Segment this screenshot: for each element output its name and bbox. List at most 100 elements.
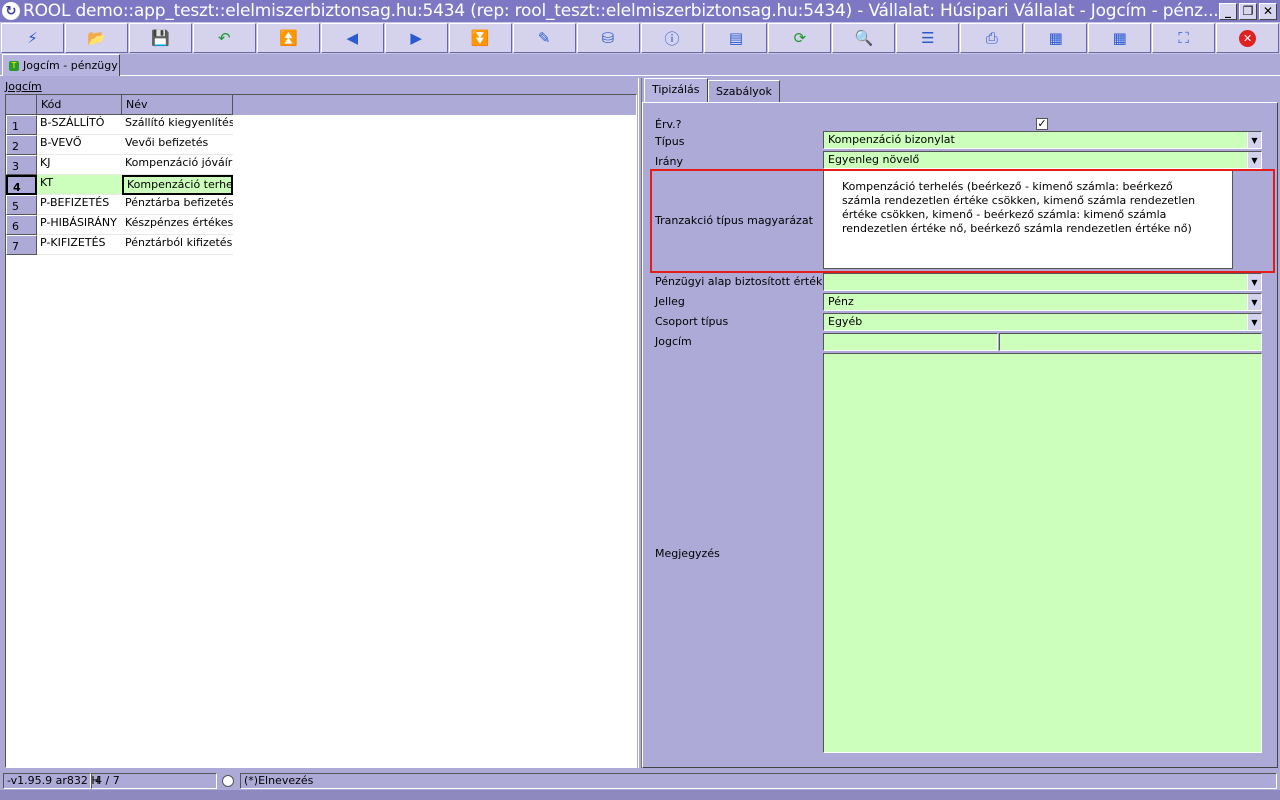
grid-icon: ▦ — [1112, 29, 1127, 47]
cell-nev[interactable]: Kompenzáció jóváírás — [122, 155, 233, 175]
megjegyzes-textarea[interactable] — [823, 353, 1262, 753]
restore-button[interactable]: ❐ — [1239, 2, 1257, 20]
undo-button[interactable]: ↶ — [192, 23, 256, 53]
refresh-button[interactable]: ⟳ — [768, 23, 832, 53]
cell-kod[interactable]: B-SZÁLLÍTÓ — [37, 115, 122, 135]
layout-icon: ▤ — [728, 29, 744, 47]
columns-button[interactable]: ☰ — [896, 23, 960, 53]
jelleg-value: Pénz — [828, 295, 854, 308]
cell-nev[interactable]: Pénztárból kifizetés — [122, 235, 233, 255]
run-button[interactable]: ⚡ — [1, 23, 64, 53]
cell-nev[interactable]: Készpénzes értékesíté — [122, 215, 233, 235]
cell-kod[interactable]: P-KIFIZETÉS — [37, 235, 122, 255]
status-bar: -v1.95.9 ar832 H 4 / 7 (*)Elnevezés — [0, 772, 1280, 790]
database-button[interactable]: ⛁ — [576, 23, 640, 53]
fullscreen-button[interactable]: ⛶ — [1152, 23, 1216, 53]
cell-kod[interactable]: KJ — [37, 155, 122, 175]
toolbar: ⚡ 📂 💾 ↶ ⏫ ◀ ▶ ⏬ ✎ ⛁ ⓘ ▤ ⟳ 🔍 ☰ ⎙ ▦ ▦ ⛶ ✕ — [0, 22, 1280, 54]
version-label: -v1.95.9 ar832 H — [3, 773, 100, 789]
grid-button[interactable]: ▦ — [1088, 23, 1152, 53]
tab-jogcim-penzugy[interactable]: T Jogcím - pénzügy — [2, 54, 120, 76]
record-position: 4 / 7 — [91, 773, 217, 789]
minimize-button[interactable]: _ — [1219, 2, 1237, 20]
jogcim-label: Jogcím — [655, 335, 692, 348]
current-field: (*)Elnevezés — [240, 773, 1277, 789]
window-title: ROOL demo::app_teszt::elelmiszerbiztonsa… — [23, 1, 1219, 21]
highlight-box — [650, 169, 1275, 273]
cell-nev[interactable]: Szállító kiegyenlítése — [122, 115, 233, 135]
tab-label: Jogcím - pénzügy — [23, 59, 118, 72]
cell-nev[interactable]: Kompenzáció terhelés — [122, 175, 233, 195]
jelleg-label: Jelleg — [655, 295, 685, 308]
next-icon: ▶ — [410, 29, 422, 47]
chevron-down-icon[interactable]: ▼ — [1247, 294, 1261, 310]
tab-tipizalas[interactable]: Tipizálás — [644, 78, 708, 102]
chevron-down-icon[interactable]: ▼ — [1247, 132, 1261, 148]
column-header-nev[interactable]: Név — [122, 95, 233, 115]
chevron-down-icon[interactable]: ▼ — [1247, 314, 1261, 330]
cell-kod[interactable]: P-HIBÁSIRÁNY — [37, 215, 122, 235]
next-button[interactable]: ▶ — [384, 23, 448, 53]
open-icon: 📂 — [87, 29, 106, 47]
chevron-down-icon[interactable]: ▼ — [1247, 152, 1261, 168]
prev-button[interactable]: ◀ — [320, 23, 384, 53]
print-button[interactable]: ⎙ — [960, 23, 1024, 53]
title-bar: ↻ ROOL demo::app_teszt::elelmiszerbizton… — [0, 0, 1280, 22]
erv-label: Érv.? — [655, 118, 682, 131]
last-button[interactable]: ⏬ — [448, 23, 512, 53]
jelleg-select[interactable]: Pénz ▼ — [823, 293, 1262, 311]
form-icon: T — [9, 60, 19, 71]
row-number[interactable]: 6 — [6, 215, 37, 235]
grid-corner — [6, 95, 37, 115]
status-radio[interactable] — [222, 775, 234, 787]
row-number[interactable]: 4 — [6, 175, 37, 195]
row-number[interactable]: 5 — [6, 195, 37, 215]
jogcim-code-input[interactable] — [823, 333, 998, 351]
save-button[interactable]: 💾 — [128, 23, 192, 53]
chevron-down-icon[interactable]: ▼ — [1247, 274, 1261, 290]
form-area: Érv.? ✓ Típus Kompenzáció bizonylat ▼ Ir… — [642, 102, 1278, 768]
info-button[interactable]: ⓘ — [640, 23, 704, 53]
run-icon: ⚡ — [27, 29, 38, 47]
cell-nev[interactable]: Vevői befizetés — [122, 135, 233, 155]
tipus-label: Típus — [655, 135, 685, 148]
irany-select[interactable]: Egyenleg növelő ▼ — [823, 151, 1262, 169]
row-number[interactable]: 3 — [6, 155, 37, 175]
close-icon: ✕ — [1239, 29, 1257, 47]
bottom-strip — [0, 790, 1280, 800]
row-number[interactable]: 2 — [6, 135, 37, 155]
print-icon: ⎙ — [985, 29, 998, 47]
document-tabs: T Jogcím - pénzügy — [0, 54, 1280, 76]
fullscreen-icon: ⛶ — [1178, 29, 1189, 47]
columns-icon: ☰ — [921, 29, 935, 47]
prev-icon: ◀ — [346, 29, 359, 47]
jogcim-name-input[interactable] — [999, 333, 1262, 351]
undo-icon: ↶ — [218, 29, 231, 47]
export-grid-icon: ▦ — [1048, 29, 1063, 47]
search-button[interactable]: 🔍 — [832, 23, 896, 53]
close-button[interactable]: ✕ — [1216, 23, 1280, 53]
cell-kod[interactable]: P-BEFIZETÉS — [37, 195, 122, 215]
export-grid-button[interactable]: ▦ — [1024, 23, 1088, 53]
cell-kod[interactable]: KT — [37, 175, 122, 195]
irany-label: Irány — [655, 155, 683, 168]
penzugyi-select[interactable]: ▼ — [823, 273, 1262, 291]
tipus-select[interactable]: Kompenzáció bizonylat ▼ — [823, 131, 1262, 149]
refresh-icon: ⟳ — [793, 29, 807, 47]
first-button[interactable]: ⏫ — [256, 23, 320, 53]
open-button[interactable]: 📂 — [64, 23, 128, 53]
cell-kod[interactable]: B-VEVŐ — [37, 135, 122, 155]
window-close-button[interactable]: ✕ — [1259, 2, 1277, 20]
layout-button[interactable]: ▤ — [704, 23, 768, 53]
row-number[interactable]: 7 — [6, 235, 37, 255]
cell-nev[interactable]: Pénztárba befizetés — [122, 195, 233, 215]
csoport-select[interactable]: Egyéb ▼ — [823, 313, 1262, 331]
list-title: Jogcím — [5, 80, 42, 93]
detail-panel: Tipizálás Szabályok Érv.? ✓ Típus Kompen… — [642, 78, 1278, 768]
csoport-value: Egyéb — [828, 315, 863, 328]
tab-szabalyok[interactable]: Szabályok — [708, 80, 780, 102]
edit-button[interactable]: ✎ — [512, 23, 576, 53]
row-number[interactable]: 1 — [6, 115, 37, 135]
column-header-kod[interactable]: Kód — [37, 95, 122, 115]
erv-checkbox[interactable]: ✓ — [1036, 118, 1048, 130]
